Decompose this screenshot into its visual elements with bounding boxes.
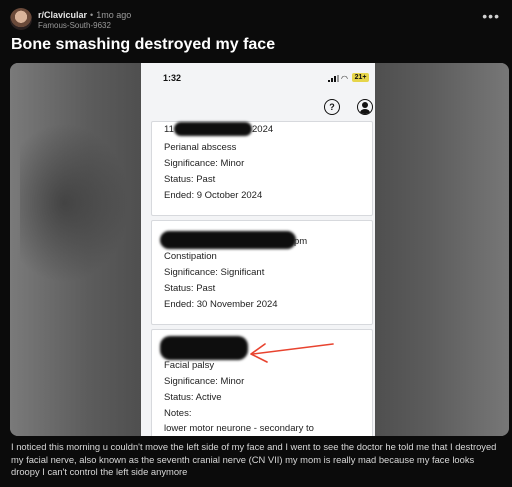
ellipsis-icon[interactable]: •••	[482, 8, 500, 24]
image-blur-left	[10, 63, 141, 436]
record-status: Status: Past	[164, 174, 216, 185]
wifi-icon: ◠	[341, 74, 348, 83]
post-age: 1mo ago	[96, 10, 132, 20]
record-significance: Significance: Significant	[164, 267, 265, 278]
post-header: r/Clavicular • 1mo ago Famous-South-9632 •…	[10, 8, 502, 32]
record-notes: lower motor neurone - secondary to	[164, 423, 314, 434]
record-date-time: pm	[294, 236, 308, 247]
subreddit-avatar[interactable]	[10, 8, 32, 30]
record-status: Status: Active	[164, 392, 222, 403]
post-image[interactable]: 1:32 ◠ 21+ ? 11 2024 Perianal abscess Si…	[10, 63, 509, 436]
redaction-mark	[174, 122, 252, 136]
phone-status-bar: 1:32 ◠ 21+	[141, 63, 375, 91]
redaction-mark	[160, 231, 296, 249]
record-date: 11	[164, 124, 174, 135]
record-condition: Constipation	[164, 251, 217, 262]
image-blur-right	[375, 63, 509, 436]
record-date-year: 2024	[252, 124, 274, 135]
signal-icon	[328, 75, 339, 82]
subreddit-name[interactable]: r/Clavicular	[38, 10, 87, 20]
record-ended: Ended: 30 November 2024	[164, 299, 278, 310]
red-arrow-annotation	[250, 343, 334, 363]
post-author[interactable]: Famous-South-9632	[38, 21, 111, 30]
post-title[interactable]: Bone smashing destroyed my face	[11, 36, 275, 54]
phone-screenshot: 1:32 ◠ 21+ ? 11 2024 Perianal abscess Si…	[141, 63, 375, 436]
record-status: Status: Past	[164, 283, 216, 294]
post-body-text: I noticed this morning u couldn't move t…	[11, 441, 497, 478]
subreddit-line: r/Clavicular • 1mo ago	[38, 10, 131, 20]
record-card-2: pm Constipation Significance: Significan…	[151, 220, 373, 325]
separator-dot: •	[90, 10, 94, 20]
record-significance: Significance: Minor	[164, 158, 245, 169]
account-icon	[357, 99, 373, 115]
record-significance: Significance: Minor	[164, 376, 245, 387]
help-icon: ?	[324, 99, 340, 115]
record-notes-label: Notes:	[164, 408, 192, 419]
app-toolbar: ?	[141, 95, 375, 119]
battery-icon: 21+	[352, 73, 369, 82]
record-card-1: 11 2024 Perianal abscess Significance: M…	[151, 121, 373, 216]
record-condition: Perianal abscess	[164, 142, 237, 153]
phone-time: 1:32	[163, 73, 182, 83]
record-ended: Ended: 9 October 2024	[164, 190, 263, 201]
record-condition: Facial palsy	[164, 360, 215, 371]
redaction-mark	[160, 336, 248, 360]
